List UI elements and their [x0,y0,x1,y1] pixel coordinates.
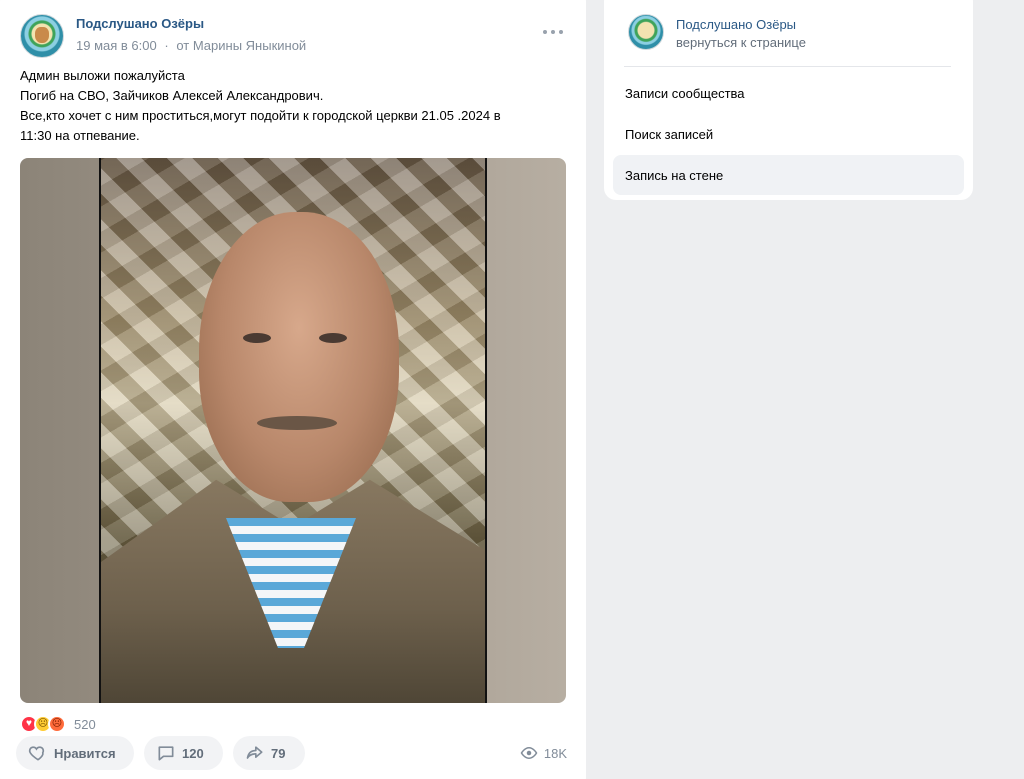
post-text-line: Админ выложи пожалуйста [20,68,185,83]
like-label: Нравится [54,745,116,761]
post-actions: Нравится 120 79 18K [16,736,571,770]
post-from[interactable]: от Марины Яныкиной [176,38,306,53]
sidebar-divider [624,66,951,67]
post-header: Подслушано Озёры 19 мая в 6:00 · от Мари… [20,14,565,58]
back-to-page-link[interactable]: вернуться к странице [676,35,806,50]
reaction-count: 520 [74,716,96,732]
dot-icon [559,30,563,34]
sidebar-community-name[interactable]: Подслушано Озёры [676,17,796,32]
share-button[interactable]: 79 [233,736,305,770]
avatar-figure [35,27,49,43]
comment-button[interactable]: 120 [144,736,223,770]
post-text-line: 11:30 на отпевание. [20,128,140,143]
comment-icon [158,746,174,761]
sidebar-menu: Записи сообщества Поиск записей Запись н… [613,73,964,196]
sidebar-item-wall-post[interactable]: Запись на стене [613,155,964,195]
post-text: Админ выложи пожалуйста Погиб на СВО, За… [20,66,560,146]
heart-icon [28,746,45,761]
eye-icon [520,746,538,760]
mustache-shape [257,416,337,430]
community-avatar[interactable] [20,14,64,58]
sidebar-community-avatar[interactable] [628,14,664,50]
dot-icon [543,30,547,34]
views-count: 18K [543,745,567,761]
portrait-image [101,158,485,703]
reactions-summary[interactable]: ♥ ☹ ☹ 520 [20,714,96,734]
post-text-line: Погиб на СВО, Зайчиков Алексей Александр… [20,88,324,103]
post-date[interactable]: 19 мая в 6:00 [76,38,157,53]
angry-reaction-icon: ☹ [48,715,66,733]
sidebar-item-community-posts[interactable]: Записи сообщества [613,73,964,113]
dot-icon [551,30,555,34]
sidebar-header: Подслушано Озёры вернуться к странице [628,14,958,54]
post-card: Подслушано Озёры 19 мая в 6:00 · от Мари… [0,0,586,779]
sidebar-item-search-posts[interactable]: Поиск записей [613,114,964,154]
share-icon [246,746,263,759]
meta-separator: · [164,38,169,53]
sidebar-card: Подслушано Озёры вернуться к странице За… [604,0,973,200]
eye-shape [319,333,347,343]
views-counter: 18K [520,744,567,762]
more-options-button[interactable] [541,24,565,40]
comments-count: 120 [182,745,204,761]
eye-shape [243,333,271,343]
post-text-line: Все,кто хочет с ним проститься,могут под… [20,108,501,123]
like-button[interactable]: Нравится [16,736,134,770]
post-photo[interactable] [20,158,566,703]
post-meta: 19 мая в 6:00 · от Марины Яныкиной [76,38,306,53]
post-author[interactable]: Подслушано Озёры [76,16,204,31]
shares-count: 79 [271,745,286,761]
face-shape [199,212,399,502]
